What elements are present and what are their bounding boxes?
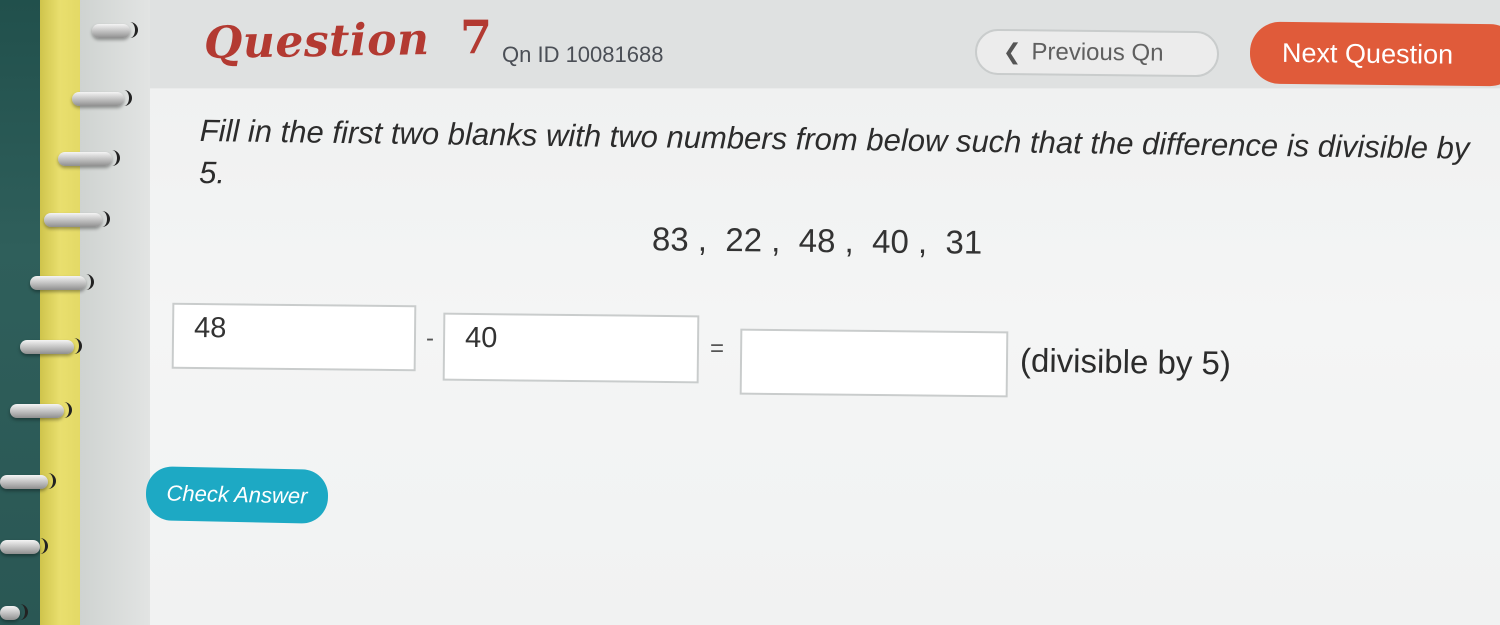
minus-sign: - <box>426 325 434 352</box>
check-answer-button[interactable]: Check Answer <box>145 466 329 524</box>
binder-ring <box>92 22 138 38</box>
binder-strip <box>0 0 150 625</box>
binder-ring <box>58 150 120 166</box>
first-number-input[interactable]: 48 <box>171 302 417 372</box>
binder-ring <box>0 538 48 554</box>
equals-sign: = <box>710 335 725 362</box>
divisibility-condition: (divisible by 5) <box>1019 341 1232 382</box>
previous-question-button[interactable]: ❮ Previous Qn <box>974 28 1220 78</box>
binder-ring <box>20 338 82 354</box>
binder-ring <box>0 473 56 489</box>
second-number-input[interactable]: 40 <box>442 312 700 384</box>
binder-ring <box>72 90 132 106</box>
previous-question-label: Previous Qn <box>1031 38 1164 67</box>
binder-ring <box>10 402 72 418</box>
next-question-label: Next Question <box>1281 37 1454 70</box>
binder-cover <box>0 0 40 625</box>
question-number: 7 <box>460 10 493 64</box>
binder-ring <box>30 274 94 290</box>
binder-ring <box>0 604 28 620</box>
difference-input[interactable] <box>739 328 1009 398</box>
next-question-button[interactable]: Next Question <box>1249 21 1500 87</box>
question-title: Question <box>203 14 430 69</box>
question-id: Qn ID 10081688 <box>502 42 664 67</box>
check-answer-label: Check Answer <box>166 480 308 509</box>
binder-ring <box>44 211 110 227</box>
chevron-left-icon: ❮ <box>1002 39 1022 65</box>
number-options: 83 , 22 , 48 , 40 , 31 <box>651 220 983 261</box>
